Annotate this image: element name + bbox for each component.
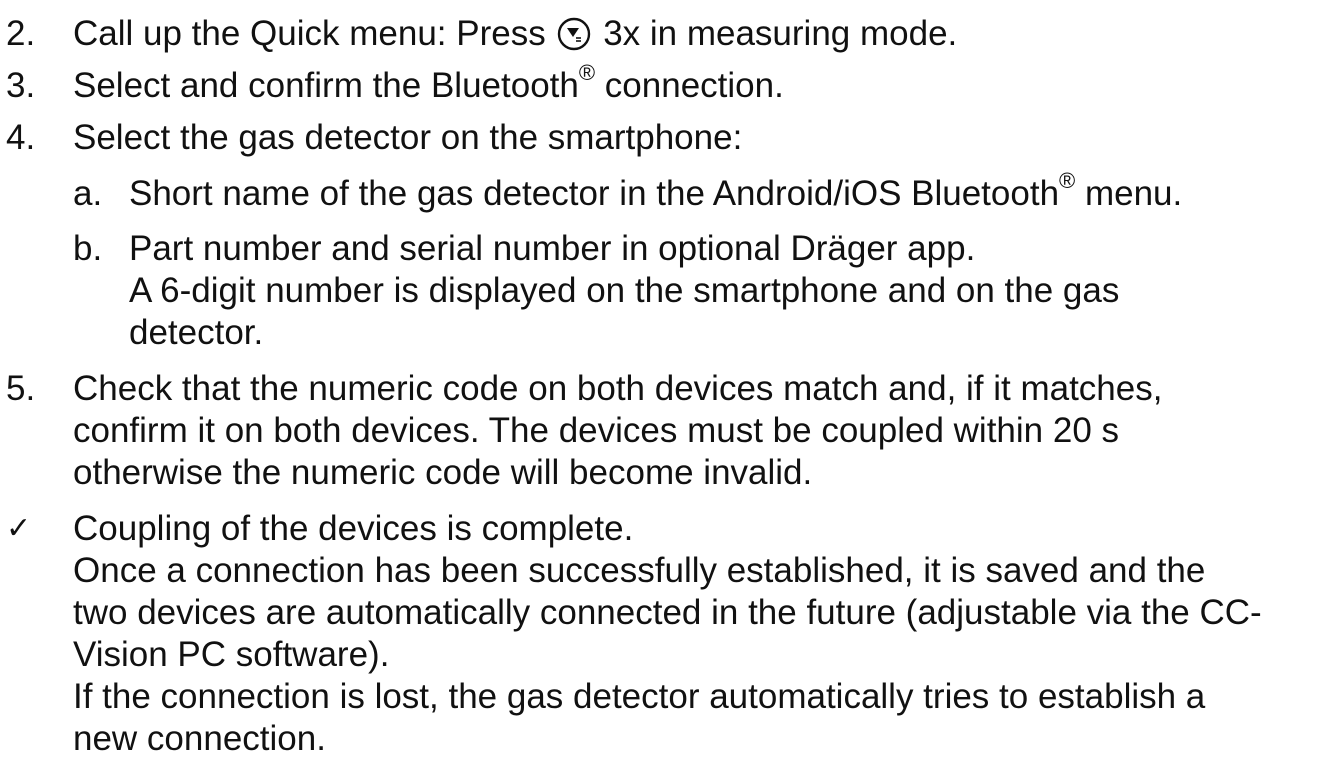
- result-line: Once a connection has been successfully …: [73, 551, 1206, 590]
- step-3-pre: Select and confirm the Bluetooth: [73, 66, 579, 105]
- down-menu-button-icon: [558, 17, 591, 51]
- step-2-post: 3x in measuring mode.: [603, 14, 958, 53]
- step-5-line: Check that the numeric code on both devi…: [73, 369, 1163, 408]
- registered-mark: ®: [1059, 168, 1076, 194]
- result-line: new connection.: [73, 719, 326, 758]
- substep-b-line: A 6-digit number is displayed on the sma…: [129, 271, 1120, 310]
- step-number: 5.: [6, 369, 36, 408]
- step-number: 2.: [6, 14, 36, 53]
- substep-b-line: detector.: [129, 313, 264, 352]
- step-number: 4.: [6, 118, 36, 157]
- step-number: 3.: [6, 66, 36, 105]
- substep-a-post: menu.: [1075, 174, 1183, 213]
- result-line: If the connection is lost, the gas detec…: [73, 677, 1206, 716]
- checkmark-icon: ✓: [6, 511, 32, 546]
- registered-mark: ®: [578, 60, 596, 86]
- result-line: Vision PC software).: [73, 635, 390, 674]
- instruction-page: 2. Call up the Quick menu: Press 3x in m…: [0, 0, 1340, 758]
- substep-a-text: Short name of the gas detector in the An…: [129, 170, 1183, 215]
- substep-label: a.: [73, 174, 103, 213]
- result-line: Coupling of the devices is complete.: [73, 509, 634, 548]
- substep-label: b.: [73, 229, 103, 268]
- step-3-post: connection.: [595, 66, 784, 105]
- step-2-pre: Call up the Quick menu: Press: [73, 14, 546, 53]
- step-5-line: otherwise the numeric code will become i…: [73, 453, 813, 492]
- substep-a-pre: Short name of the gas detector in the An…: [129, 174, 1060, 213]
- substep-b-line: Part number and serial number in optiona…: [129, 229, 976, 268]
- step-3-text: Select and confirm the Bluetooth® connec…: [73, 62, 784, 107]
- step-4-text: Select the gas detector on the smartphon…: [73, 118, 743, 157]
- step-2-text: Call up the Quick menu: Press 3x in meas…: [73, 13, 957, 55]
- result-line: two devices are automatically connected …: [73, 593, 1262, 632]
- step-5-line: confirm it on both devices. The devices …: [73, 411, 1120, 450]
